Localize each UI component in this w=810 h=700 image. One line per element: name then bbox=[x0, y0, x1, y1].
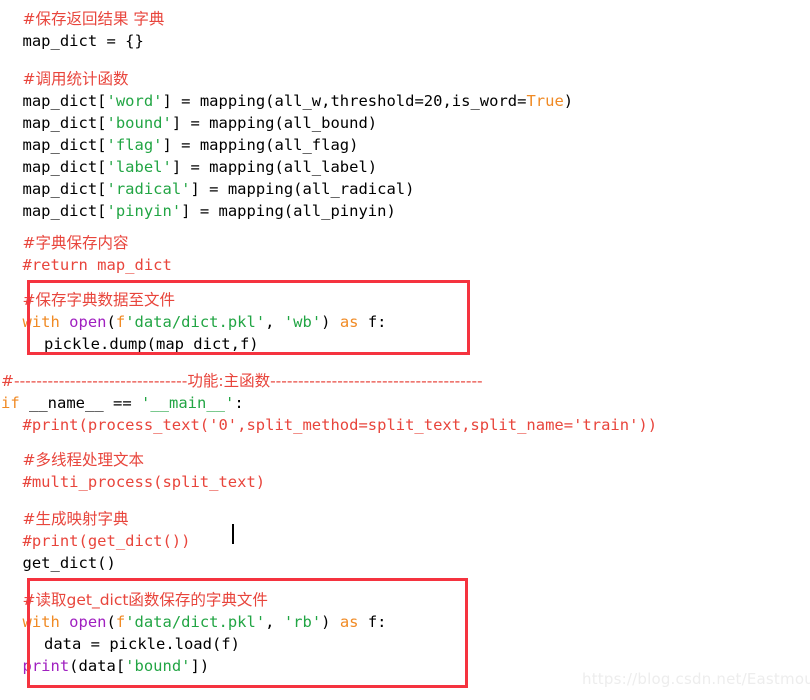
code-line: map_dict['bound'] = mapping(all_bound) bbox=[0, 112, 810, 134]
code-token-plain: ] = mapping(all_w,threshold=20,is_word= bbox=[162, 92, 527, 110]
code-token-str: 'flag' bbox=[106, 136, 163, 154]
code-token-com: #print(get_dict()) bbox=[22, 532, 191, 550]
code-token-plain: ] = mapping(all_flag) bbox=[162, 136, 359, 154]
code-token-str: 'pinyin' bbox=[106, 202, 182, 220]
code-token-plain: ( bbox=[106, 613, 116, 631]
code-token-plain: map_dict[ bbox=[22, 136, 107, 154]
code-token-plain: (data[ bbox=[69, 657, 126, 675]
code-line: #多线程处理文本 bbox=[0, 449, 810, 471]
code-line: map_dict['radical'] = mapping(all_radica… bbox=[0, 178, 810, 200]
code-token-str: 'bound' bbox=[106, 114, 172, 132]
code-token-plain: map_dict = {} bbox=[22, 32, 144, 50]
code-token-plain: f: bbox=[358, 613, 387, 631]
code-token-plain: ] = mapping(all_pinyin) bbox=[181, 202, 396, 220]
code-token-plain: __name__ == bbox=[19, 394, 141, 412]
code-token-plain: f: bbox=[358, 313, 387, 331]
code-token-kw: f bbox=[115, 613, 126, 631]
text-caret bbox=[232, 524, 234, 544]
code-token-plain: map_dict[ bbox=[22, 92, 107, 110]
watermark-text: https://blog.csdn.net/Eastmount bbox=[582, 670, 810, 688]
code-token-kw: with bbox=[22, 313, 70, 331]
code-token-plain: get_dict() bbox=[22, 554, 116, 572]
code-line: #multi_process(split_text) bbox=[0, 471, 810, 493]
code-line: #调用统计函数 bbox=[0, 68, 810, 90]
code-token-kw: as bbox=[339, 613, 359, 631]
code-token-com: #return map_dict bbox=[22, 256, 172, 274]
code-token-plain: ]) bbox=[190, 657, 210, 675]
code-token-kw: if bbox=[1, 394, 20, 412]
code-token-plain: ] = mapping(all_label) bbox=[171, 158, 378, 176]
code-token-kw: with bbox=[22, 613, 70, 631]
code-token-plain: ] = mapping(all_radical) bbox=[190, 180, 415, 198]
code-editor-surface[interactable]: #保存返回结果 字典 map_dict = {} #调用统计函数 map_dict['… bbox=[0, 0, 810, 700]
code-token-com: #生成映射字典 bbox=[22, 510, 129, 528]
code-token-com: #保存字典数据至文件 bbox=[22, 291, 176, 309]
code-line: with open(f'data/dict.pkl', 'wb') as f: bbox=[0, 311, 810, 333]
code-line: map_dict['label'] = mapping(all_label) bbox=[0, 156, 810, 178]
code-line: #生成映射字典 bbox=[0, 508, 810, 530]
code-token-kw: True bbox=[526, 92, 564, 110]
code-token-str: 'data/dict.pkl' bbox=[125, 613, 266, 631]
code-line: #读取get_dict函数保存的字典文件 bbox=[0, 589, 810, 611]
code-token-str: 'wb' bbox=[283, 313, 322, 331]
code-token-com: #-------------------------------功能:主函数--… bbox=[1, 372, 483, 390]
code-token-str: 'label' bbox=[106, 158, 172, 176]
code-token-plain: : bbox=[234, 394, 244, 412]
code-token-str: 'data/dict.pkl' bbox=[125, 313, 266, 331]
code-line: data = pickle.load(f) bbox=[0, 633, 810, 655]
code-token-com: #print(process_text('0',split_method=spl… bbox=[22, 416, 658, 434]
code-line: with open(f'data/dict.pkl', 'rb') as f: bbox=[0, 611, 810, 633]
code-token-plain: map_dict[ bbox=[22, 114, 107, 132]
code-line: #保存字典数据至文件 bbox=[0, 289, 810, 311]
code-token-plain: pickle.dump(map_dict,f) bbox=[44, 335, 259, 353]
code-token-plain: map_dict[ bbox=[22, 202, 107, 220]
code-token-kw: as bbox=[339, 313, 359, 331]
code-token-com: #multi_process(split_text) bbox=[22, 473, 266, 491]
code-line: #字典保存内容 bbox=[0, 232, 810, 254]
code-token-str: 'word' bbox=[106, 92, 163, 110]
code-token-plain: ) bbox=[321, 613, 340, 631]
code-line: #print(process_text('0',split_method=spl… bbox=[0, 414, 810, 436]
code-line: #-------------------------------功能:主函数--… bbox=[0, 370, 810, 392]
code-token-kw: f bbox=[115, 313, 126, 331]
code-token-com: #保存返回结果 字典 bbox=[22, 10, 165, 28]
code-line: #print(get_dict()) bbox=[0, 530, 810, 552]
code-line: map_dict['flag'] = mapping(all_flag) bbox=[0, 134, 810, 156]
code-token-com: #调用统计函数 bbox=[22, 70, 129, 88]
code-token-fn: print bbox=[22, 657, 70, 675]
code-token-plain: , bbox=[265, 313, 284, 331]
code-token-com: #字典保存内容 bbox=[22, 234, 129, 252]
code-token-fn: open bbox=[69, 613, 107, 631]
code-token-plain: map_dict[ bbox=[22, 180, 107, 198]
code-line: map_dict['pinyin'] = mapping(all_pinyin) bbox=[0, 200, 810, 222]
code-token-plain: ) bbox=[563, 92, 574, 110]
code-line: pickle.dump(map_dict,f) bbox=[0, 333, 810, 355]
code-line: get_dict() bbox=[0, 552, 810, 574]
code-token-str: 'rb' bbox=[283, 613, 322, 631]
code-token-str: '__main__' bbox=[141, 394, 235, 412]
code-token-plain: ( bbox=[106, 313, 116, 331]
code-line: #return map_dict bbox=[0, 254, 810, 276]
code-line: map_dict['word'] = mapping(all_w,thresho… bbox=[0, 90, 810, 112]
code-token-fn: open bbox=[69, 313, 107, 331]
code-line: map_dict = {} bbox=[0, 30, 810, 52]
code-token-com: #多线程处理文本 bbox=[22, 451, 145, 469]
code-token-plain: , bbox=[265, 613, 284, 631]
code-token-plain: map_dict[ bbox=[22, 158, 107, 176]
code-token-plain: data = pickle.load(f) bbox=[44, 635, 240, 653]
code-token-plain: ] = mapping(all_bound) bbox=[171, 114, 378, 132]
code-line: if __name__ == '__main__': bbox=[0, 392, 810, 414]
code-token-str: 'bound' bbox=[125, 657, 191, 675]
code-token-str: 'radical' bbox=[106, 180, 191, 198]
code-line: #保存返回结果 字典 bbox=[0, 8, 810, 30]
code-token-plain: ) bbox=[321, 313, 340, 331]
code-token-com: #读取get_dict函数保存的字典文件 bbox=[22, 591, 268, 609]
